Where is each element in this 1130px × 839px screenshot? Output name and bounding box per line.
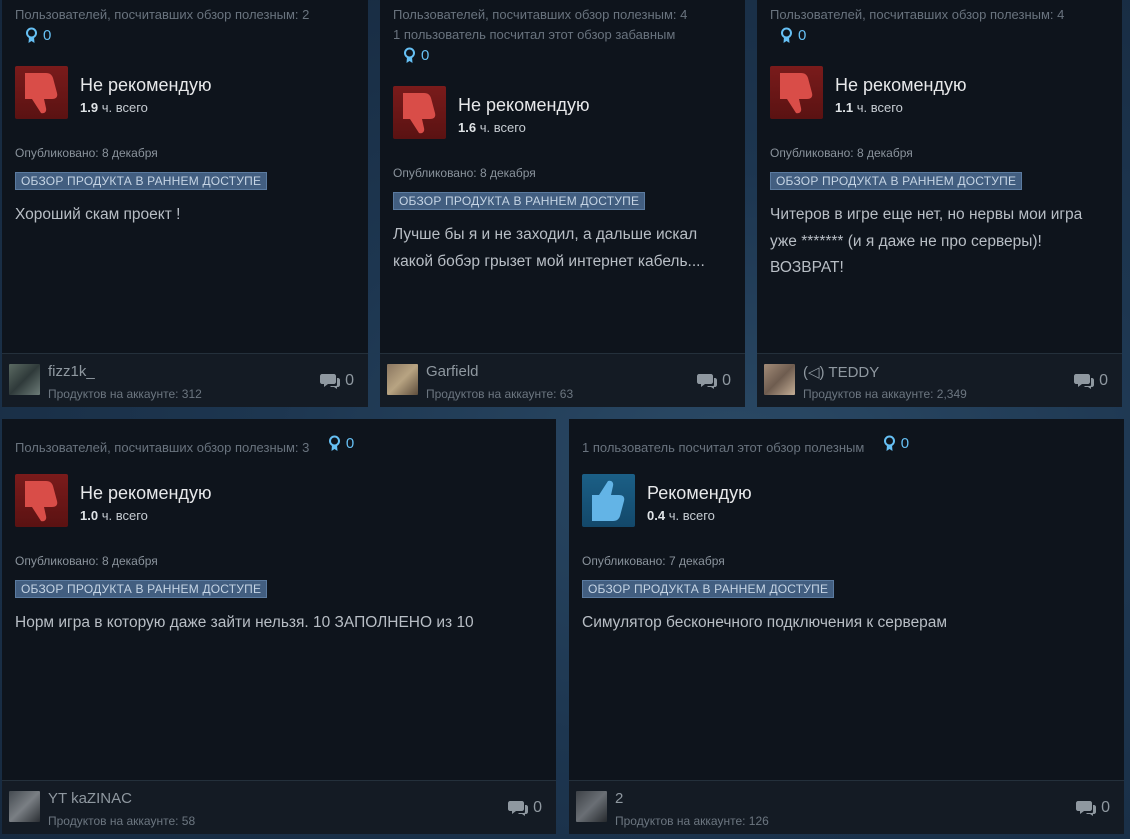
award-icon	[404, 47, 415, 63]
playtime: 0.4 ч. всего	[647, 508, 715, 523]
verdict-title: Не рекомендую	[835, 75, 967, 95]
comment-icon	[697, 374, 718, 389]
verdict-title: Рекомендую	[647, 483, 752, 503]
review-footer: (◁) TEDDY Продуктов на аккаунте: 2,349 0	[757, 353, 1122, 407]
review-footer: 2 Продуктов на аккаунте: 126 0	[569, 780, 1124, 834]
posted-date: Опубликовано: 8 декабря	[15, 554, 158, 568]
review-card: Пользователей, посчитавших обзор полезны…	[2, 0, 368, 407]
verdict-title: Не рекомендую	[458, 95, 590, 115]
author-product-count: Продуктов на аккаунте: 126	[615, 814, 769, 828]
review-footer: fizz1k_ Продуктов на аккаунте: 312 0	[2, 353, 368, 407]
author-product-count: Продуктов на аккаунте: 63	[426, 387, 574, 401]
author-name[interactable]: YT kaZINAC	[48, 790, 132, 807]
author-name[interactable]: fizz1k_	[48, 363, 95, 380]
award-icon	[26, 27, 37, 43]
thumbs-down-icon	[779, 72, 812, 113]
award-count[interactable]: 0	[25, 27, 51, 44]
early-access-badge: ОБЗОР ПРОДУКТА В РАННЕМ ДОСТУПЕ	[770, 172, 1023, 190]
author-product-count: Продуктов на аккаунте: 312	[48, 387, 202, 401]
early-access-badge: ОБЗОР ПРОДУКТА В РАННЕМ ДОСТУПЕ	[15, 172, 268, 190]
review-card: 1 пользователь посчитал этот обзор полез…	[569, 419, 1124, 834]
review-text[interactable]: Норм игра в которую даже зайти нельзя. 1…	[15, 610, 542, 637]
early-access-badge: ОБЗОР ПРОДУКТА В РАННЕМ ДОСТУПЕ	[582, 580, 835, 598]
posted-date: Опубликовано: 7 декабря	[582, 554, 725, 568]
review-text[interactable]: Симулятор бесконечного подключения к сер…	[582, 610, 1110, 637]
avatar[interactable]	[9, 364, 40, 395]
author-product-count: Продуктов на аккаунте: 58	[48, 814, 196, 828]
award-icon	[328, 435, 340, 451]
author-product-count: Продуктов на аккаунте: 2,349	[803, 387, 967, 401]
review-card: Пользователей, посчитавших обзор полезны…	[757, 0, 1122, 407]
author-name[interactable]: 2	[615, 790, 623, 807]
award-count[interactable]: 0	[328, 435, 354, 452]
verdict-title: Не рекомендую	[80, 483, 212, 503]
review-verdict[interactable]: Не рекомендую 1.6 ч. всего	[393, 86, 589, 139]
verdict-thumb	[15, 474, 68, 527]
posted-date: Опубликовано: 8 декабря	[770, 146, 913, 160]
playtime: 1.9 ч. всего	[80, 100, 148, 115]
helpful-count: 1 пользователь посчитал этот обзор полез…	[582, 440, 865, 455]
comment-count[interactable]: 0	[697, 372, 731, 390]
award-icon	[883, 435, 895, 451]
helpful-count: Пользователей, посчитавших обзор полезны…	[15, 7, 310, 22]
helpful-count: Пользователей, посчитавших обзор полезны…	[770, 7, 1065, 22]
comment-count[interactable]: 0	[508, 799, 542, 817]
comment-count[interactable]: 0	[1076, 799, 1110, 817]
review-card: Пользователей, посчитавших обзор полезны…	[2, 419, 556, 834]
author-name[interactable]: Garfield	[426, 363, 479, 380]
thumbs-down-icon	[24, 72, 57, 113]
award-count[interactable]: 0	[780, 27, 806, 44]
thumbs-up-icon	[591, 480, 624, 521]
verdict-thumb	[393, 86, 446, 139]
posted-date: Опубликовано: 8 декабря	[15, 146, 158, 160]
verdict-title: Не рекомендую	[80, 75, 212, 95]
review-verdict[interactable]: Не рекомендую 1.0 ч. всего	[15, 474, 211, 527]
verdict-thumb	[15, 66, 68, 119]
review-verdict[interactable]: Не рекомендую 1.1 ч. всего	[770, 66, 966, 119]
playtime: 1.6 ч. всего	[458, 120, 526, 135]
comment-icon	[1076, 801, 1097, 816]
verdict-thumb	[770, 66, 823, 119]
avatar[interactable]	[764, 364, 795, 395]
review-text[interactable]: Читеров в игре еще нет, но нервы мои игр…	[770, 202, 1108, 282]
avatar[interactable]	[387, 364, 418, 395]
helpful-count: Пользователей, посчитавших обзор полезны…	[393, 7, 688, 22]
review-footer: Garfield Продуктов на аккаунте: 63 0	[380, 353, 745, 407]
playtime: 1.1 ч. всего	[835, 100, 903, 115]
comment-icon	[1074, 374, 1095, 389]
award-count[interactable]: 0	[403, 47, 429, 64]
comment-icon	[508, 801, 529, 816]
review-text[interactable]: Лучше бы я и не заходил, а дальше искал …	[393, 222, 731, 275]
avatar[interactable]	[9, 791, 40, 822]
comment-count[interactable]: 0	[320, 372, 354, 390]
award-count[interactable]: 0	[883, 435, 909, 452]
author-name[interactable]: (◁) TEDDY	[803, 363, 879, 381]
playtime: 1.0 ч. всего	[80, 508, 148, 523]
posted-date: Опубликовано: 8 декабря	[393, 166, 536, 180]
review-verdict[interactable]: Не рекомендую 1.9 ч. всего	[15, 66, 211, 119]
review-text[interactable]: Хороший скам проект !	[15, 202, 354, 229]
award-icon	[781, 27, 792, 43]
comment-count[interactable]: 0	[1074, 372, 1108, 390]
review-footer: YT kaZINAC Продуктов на аккаунте: 58 0	[2, 780, 556, 834]
early-access-badge: ОБЗОР ПРОДУКТА В РАННЕМ ДОСТУПЕ	[393, 192, 646, 210]
review-card: Пользователей, посчитавших обзор полезны…	[380, 0, 745, 407]
avatar[interactable]	[576, 791, 607, 822]
comment-icon	[320, 374, 341, 389]
early-access-badge: ОБЗОР ПРОДУКТА В РАННЕМ ДОСТУПЕ	[15, 580, 268, 598]
verdict-thumb	[582, 474, 635, 527]
thumbs-down-icon	[402, 92, 435, 133]
thumbs-down-icon	[24, 480, 57, 521]
funny-count: 1 пользователь посчитал этот обзор забав…	[393, 27, 676, 42]
helpful-count: Пользователей, посчитавших обзор полезны…	[15, 440, 310, 455]
review-verdict[interactable]: Рекомендую 0.4 ч. всего	[582, 474, 752, 527]
